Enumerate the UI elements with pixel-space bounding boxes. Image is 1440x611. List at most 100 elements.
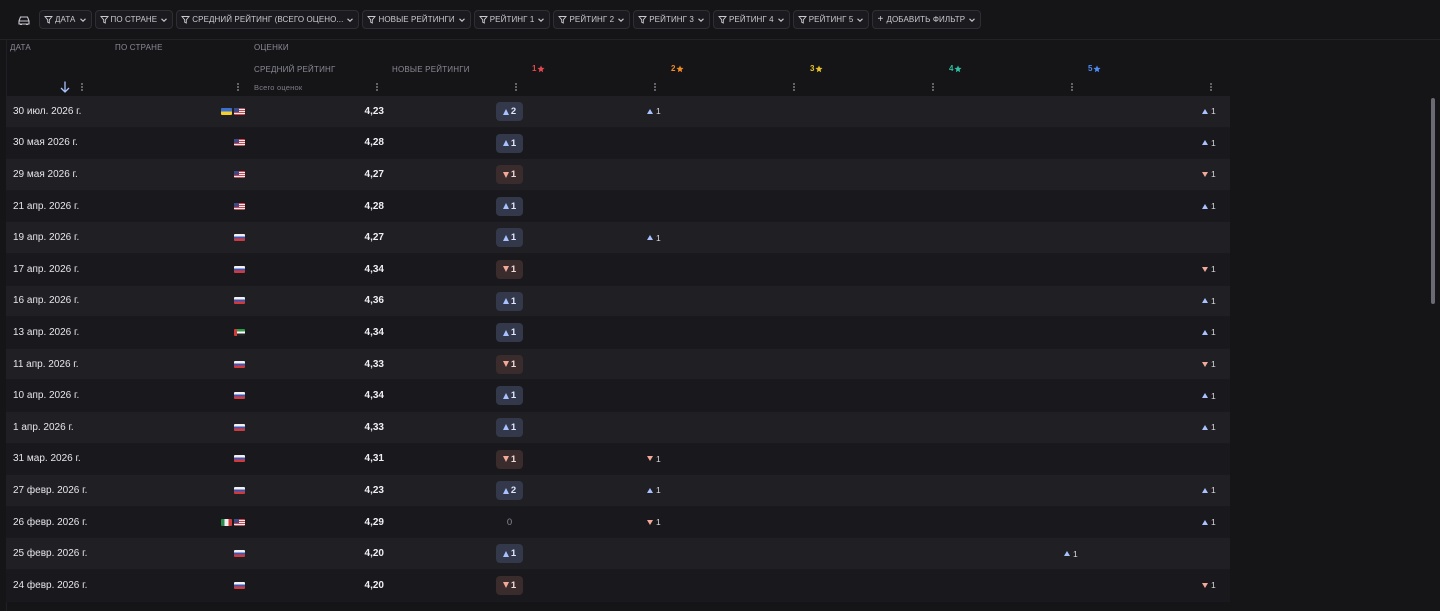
- arrow-up-icon: [1202, 140, 1208, 146]
- rating-5-change: 1: [1202, 570, 1216, 601]
- rating-change-value: 1: [1211, 422, 1216, 433]
- table-row[interactable]: 21 апр. 2026 г. 4,28 1 1: [6, 190, 1230, 223]
- filter-chip[interactable]: Новые рейтинги: [362, 10, 471, 29]
- column-menu-icon[interactable]: [373, 82, 381, 92]
- arrow-up-icon: [1202, 424, 1208, 430]
- arrow-up-icon: [502, 550, 509, 557]
- filter-chip[interactable]: По стране: [94, 10, 174, 29]
- rating-5-change: 1: [1202, 96, 1216, 127]
- table-row[interactable]: 26 февр. 2026 г. 4,29 0 1 1: [6, 506, 1230, 539]
- column-header-rating-1[interactable]: 1: [532, 64, 545, 73]
- new-ratings-badge: 2: [496, 481, 523, 501]
- filter-chip[interactable]: Дата: [39, 10, 92, 29]
- filter-chip-label: Рейтинг 2: [569, 15, 615, 24]
- column-header-rating-5[interactable]: 5: [1088, 64, 1101, 73]
- car-icon[interactable]: [14, 10, 34, 30]
- rating-5-change: 1: [1202, 412, 1216, 443]
- row-country-flags: [234, 349, 245, 380]
- filter-chip[interactable]: Рейтинг 2: [553, 10, 631, 29]
- column-menu-icon[interactable]: [790, 82, 798, 92]
- column-header-rating-2[interactable]: 2: [671, 64, 684, 73]
- table-row[interactable]: 27 февр. 2026 г. 4,23 2 1 1: [6, 475, 1230, 507]
- table-row[interactable]: 10 апр. 2026 г. 4,34 1 1: [6, 380, 1230, 412]
- rating-5-change: 1: [1202, 159, 1216, 190]
- row-country-flags: [234, 128, 245, 159]
- table-row[interactable]: 25 февр. 2026 г. 4,20 1 1: [6, 538, 1230, 570]
- flag-mx-icon: [221, 518, 232, 526]
- filter-chip-label: Средний рейтинг (всего оцено...: [192, 15, 344, 24]
- rating-star-number: 1: [532, 64, 537, 73]
- table-row[interactable]: 19 апр. 2026 г. 4,27 1 1: [6, 222, 1230, 254]
- new-ratings-value: 1: [510, 295, 517, 307]
- row-date: 11 апр. 2026 г.: [13, 358, 79, 370]
- flag-ru-icon: [234, 550, 245, 558]
- chevron-down-icon: [698, 17, 704, 22]
- column-header-date[interactable]: Дата: [10, 43, 31, 52]
- sort-arrow-down-icon[interactable]: [59, 80, 71, 94]
- column-menu-icon[interactable]: [1207, 82, 1215, 92]
- arrow-up-icon: [502, 487, 509, 494]
- arrow-down-icon: [1202, 266, 1208, 272]
- row-avg-rating: 4,36: [364, 295, 384, 307]
- chevron-down-icon: [79, 17, 86, 22]
- rating-change-value: 1: [1211, 517, 1216, 528]
- row-date: 27 февр. 2026 г.: [13, 484, 88, 496]
- column-header-new-ratings[interactable]: Новые рейтинги: [392, 65, 470, 74]
- row-date: 29 мая 2026 г.: [13, 168, 78, 180]
- column-menu-icon[interactable]: [512, 82, 520, 92]
- filter-icon: [638, 16, 648, 24]
- new-ratings-value: 1: [510, 453, 517, 465]
- column-menu-icon[interactable]: [234, 82, 242, 92]
- add-filter-button[interactable]: + Добавить фильтр: [872, 10, 982, 29]
- row-country-flags: [221, 507, 245, 538]
- row-avg-rating: 4,34: [364, 263, 384, 275]
- table-row[interactable]: 30 мая 2026 г. 4,28 1 1: [6, 127, 1230, 160]
- arrow-down-icon: [1202, 582, 1208, 588]
- column-menu-icon[interactable]: [78, 82, 86, 92]
- arrow-up-icon: [647, 235, 653, 241]
- filter-chip[interactable]: Рейтинг 5: [792, 10, 870, 29]
- table-row[interactable]: 24 февр. 2026 г. 4,20 1 1: [6, 569, 1230, 602]
- flag-ru-icon: [234, 297, 245, 305]
- column-menu-icon[interactable]: [1068, 82, 1076, 92]
- rating-5-change: 1: [1202, 349, 1216, 380]
- row-country-flags: [234, 538, 245, 569]
- flag-ru-icon: [234, 455, 245, 463]
- table-row[interactable]: 17 апр. 2026 г. 4,34 1 1: [6, 253, 1230, 286]
- filter-chip[interactable]: Средний рейтинг (всего оцено...: [176, 10, 360, 29]
- column-header-rating-3[interactable]: 3: [810, 64, 823, 73]
- column-header-country[interactable]: По стране: [115, 43, 163, 52]
- table-row[interactable]: 13 апр. 2026 г. 4,34 1 1: [6, 317, 1230, 349]
- table-row[interactable]: 1 апр. 2026 г. 4,33 1 1: [6, 411, 1230, 444]
- chevron-down-icon: [458, 17, 465, 22]
- column-menu-icon[interactable]: [651, 82, 659, 92]
- rating-5-change: 1: [1202, 507, 1216, 538]
- table-row[interactable]: 16 апр. 2026 г. 4,36 1 1: [6, 285, 1230, 318]
- rating-star-number: 3: [810, 64, 815, 73]
- rating-5-change: 1: [1202, 286, 1216, 317]
- arrow-up-icon: [1202, 203, 1208, 209]
- filter-chip[interactable]: Рейтинг 4: [712, 10, 790, 29]
- table-row[interactable]: 31 мар. 2026 г. 4,31 1 1: [6, 443, 1230, 476]
- column-menu-icon[interactable]: [929, 82, 937, 92]
- table-row[interactable]: 29 мая 2026 г. 4,27 1 1: [6, 159, 1230, 191]
- flag-ru-icon: [234, 581, 245, 589]
- rating-5-change: 1: [1202, 317, 1216, 348]
- new-ratings-value: 1: [510, 421, 517, 433]
- chevron-down-icon: [538, 17, 545, 22]
- chevron-down-icon: [857, 17, 864, 22]
- table-row[interactable]: 11 апр. 2026 г. 4,33 1 1: [6, 348, 1230, 381]
- filter-chip[interactable]: Рейтинг 1: [473, 10, 551, 29]
- column-header-avg-rating[interactable]: Средний рейтинг: [254, 65, 336, 74]
- column-header-rating-4[interactable]: 4: [949, 64, 962, 73]
- arrow-up-icon: [1202, 108, 1208, 114]
- table-row[interactable]: 30 июл. 2026 г. 4,23 2 1 1: [6, 96, 1230, 128]
- scrollbar-thumb[interactable]: [1431, 98, 1435, 304]
- filter-chip[interactable]: Рейтинг 3: [633, 10, 710, 29]
- row-country-flags: [234, 380, 245, 411]
- flag-us-icon: [234, 139, 245, 147]
- rating-change-value: 1: [1211, 295, 1216, 306]
- row-avg-rating: 4,23: [364, 105, 384, 117]
- row-date: 26 февр. 2026 г.: [13, 516, 88, 528]
- flag-ru-icon: [234, 265, 245, 273]
